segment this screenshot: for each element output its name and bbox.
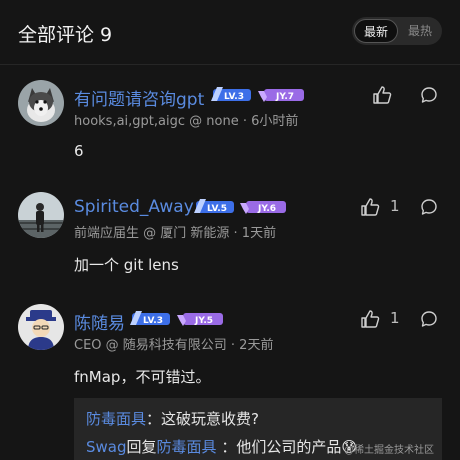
reply-author-name[interactable]: Swag <box>86 438 127 456</box>
level-badge: LV.5 <box>194 199 234 214</box>
level-badge-text: LV.3 <box>224 92 244 102</box>
level-badge: LV.3 <box>211 87 251 102</box>
comment-meta: hooks,ai,gpt,aigc @ none · 6小时前 <box>74 114 299 129</box>
comment-meta: 前端应届生 @ 厦门 新能源 · 1天前 <box>74 226 277 241</box>
comment-content: 加一个 git lens <box>74 256 179 274</box>
reply-connector: 回复 <box>126 438 157 456</box>
avatar[interactable] <box>18 80 64 126</box>
sort-hot-button[interactable]: 最热 <box>398 19 442 43</box>
comment-reply-icon[interactable] <box>420 310 438 328</box>
like-count: 1 <box>390 309 400 327</box>
jy-badge-text: JY.7 <box>275 92 294 102</box>
level-badge-text: LV.3 <box>143 316 163 326</box>
reply-text: ：这破玩意收费? <box>146 410 259 428</box>
jy-badge: JY.7 <box>258 89 304 102</box>
jy-badge: JY.5 <box>177 313 223 326</box>
comment-author-name[interactable]: 陈随易 <box>74 309 125 334</box>
jy-badge: JY.6 <box>240 201 286 214</box>
reply-author-name[interactable]: 防毒面具 <box>86 410 146 428</box>
level-badge: LV.3 <box>130 311 170 326</box>
reply-item[interactable]: 防毒面具：这破玩意收费? <box>86 408 259 429</box>
replies-box: 防毒面具：这破玩意收费? Swag回复防毒面具 ：他们公司的产品😰 @稀土掘金技… <box>74 398 442 460</box>
comment-content: 6 <box>74 142 84 160</box>
sort-toggle: 最新 最热 <box>352 17 442 45</box>
sort-latest-button[interactable]: 最新 <box>354 19 398 43</box>
reply-target-name[interactable]: 防毒面具 <box>157 438 217 456</box>
comment-author-name[interactable]: 有问题请咨询gpt <box>74 85 204 110</box>
comment-meta: CEO @ 随易科技有限公司 · 2天前 <box>74 338 274 353</box>
avatar[interactable] <box>18 192 64 238</box>
comment-content: fnMap，不可错过。 <box>74 368 211 386</box>
thumbs-up-icon[interactable] <box>360 197 380 217</box>
level-badge-text: LV.5 <box>207 204 227 214</box>
comments-header: 全部评论 9 最新 最热 <box>0 0 460 64</box>
comment-reply-icon[interactable] <box>420 86 438 104</box>
thumbs-up-icon[interactable] <box>360 309 380 329</box>
avatar[interactable] <box>18 304 64 350</box>
header-divider <box>0 64 460 65</box>
thumbs-up-icon[interactable] <box>372 85 392 105</box>
like-count: 1 <box>390 197 400 215</box>
comments-title: 全部评论 9 <box>18 24 113 46</box>
reply-text: ：他们公司的产品😰 <box>216 438 357 456</box>
reply-item[interactable]: Swag回复防毒面具 ：他们公司的产品😰 <box>86 436 357 457</box>
comment-reply-icon[interactable] <box>420 198 438 216</box>
jy-badge-text: JY.5 <box>194 316 213 326</box>
comment-author-name[interactable]: Spirited_Away <box>74 197 194 217</box>
jy-badge-text: JY.6 <box>257 204 276 214</box>
watermark: @稀土掘金技术社区 <box>344 445 434 456</box>
